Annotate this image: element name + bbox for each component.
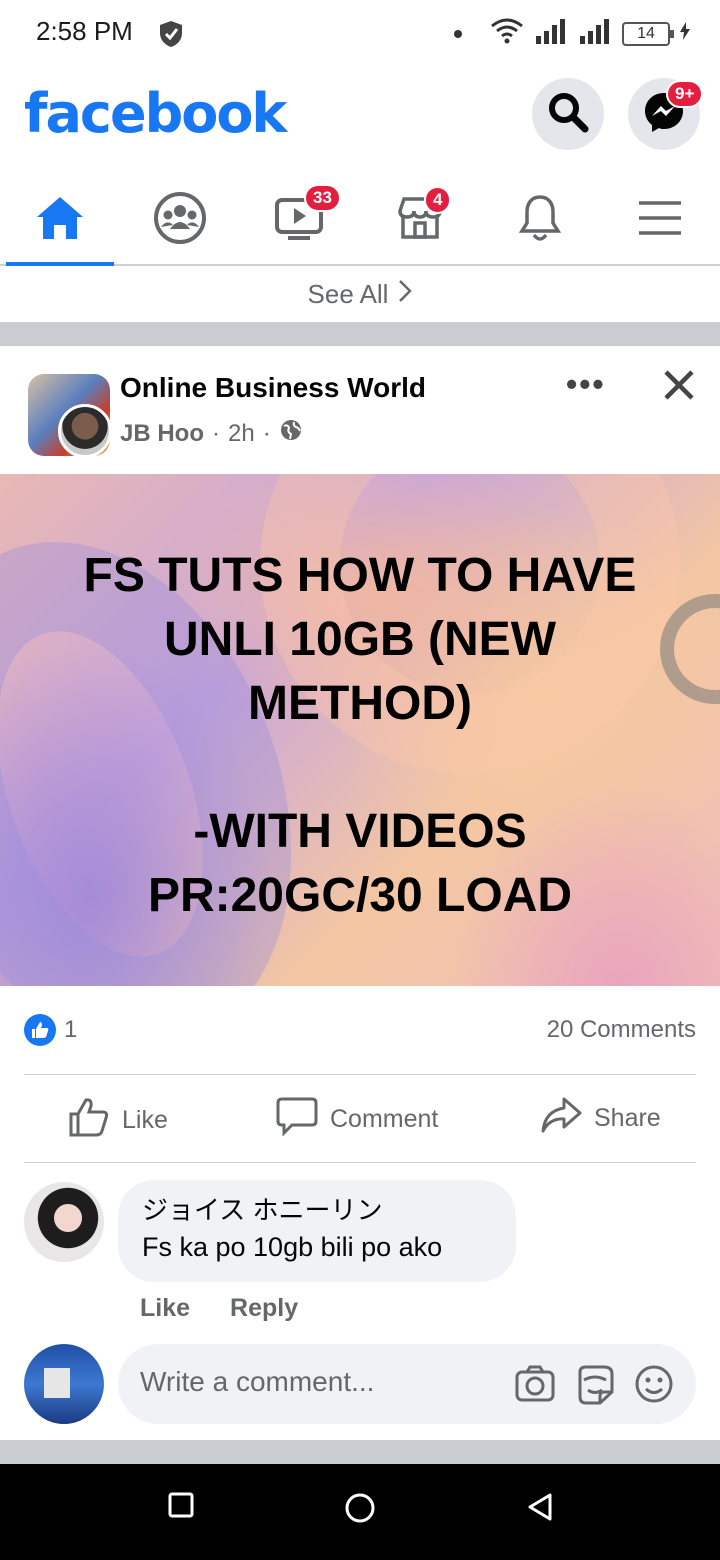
home-circle-icon[interactable] <box>344 1492 376 1529</box>
system-navigation-bar <box>0 1464 720 1560</box>
emoji-icon[interactable] <box>634 1364 674 1411</box>
avatar-sticker-icon[interactable] <box>574 1364 616 1411</box>
tab-watch[interactable]: 33 <box>240 176 360 264</box>
wifi-icon <box>490 18 524 49</box>
share-label: Share <box>594 1104 661 1132</box>
author-name[interactable]: JB Hoo <box>120 420 204 448</box>
battery-icon: 14 <box>622 21 674 46</box>
globe-icon <box>279 418 303 449</box>
feed-separator <box>0 1440 720 1464</box>
post-image[interactable]: FS TUTS HOW TO HAVE UNLI 10GB (NEW METHO… <box>0 474 720 986</box>
tab-notifications[interactable] <box>480 176 600 264</box>
comment-text: Fs ka po 10gb bili po ako <box>142 1232 443 1262</box>
comment-like-button[interactable]: Like <box>140 1294 190 1323</box>
commenter-avatar[interactable] <box>24 1182 104 1262</box>
marketplace-badge: 4 <box>424 186 452 214</box>
battery-level: 14 <box>637 24 655 42</box>
post-actions: Like Comment Share <box>0 1076 720 1162</box>
recent-apps-icon[interactable] <box>168 1492 194 1523</box>
comment-icon <box>276 1096 318 1143</box>
tab-home[interactable] <box>0 176 120 266</box>
messenger-button[interactable]: 9+ <box>628 78 704 150</box>
facebook-logo[interactable]: facebook <box>24 82 287 145</box>
signal-icon <box>534 18 568 49</box>
like-reaction-icon[interactable] <box>24 1014 56 1046</box>
home-icon <box>35 195 85 246</box>
comment-bubble[interactable]: ジョイス ホニーリン Fs ka po 10gb bili po ako <box>118 1180 516 1282</box>
like-label: Like <box>122 1106 168 1134</box>
post-meta: JB Hoo · 2h · <box>120 418 303 449</box>
main-nav: 33 4 <box>0 176 720 266</box>
bell-icon <box>517 193 563 248</box>
like-count[interactable]: 1 <box>64 1016 77 1044</box>
write-comment-placeholder: Write a comment... <box>140 1366 375 1397</box>
share-button[interactable]: Share <box>540 1096 661 1141</box>
commenter-name[interactable]: ジョイス ホニーリン <box>142 1192 492 1228</box>
search-button[interactable] <box>532 78 604 150</box>
notification-dot-icon <box>454 29 462 38</box>
divider <box>24 1074 696 1075</box>
groups-icon <box>153 191 207 250</box>
app-header: facebook 9+ <box>0 66 720 176</box>
author-avatar[interactable] <box>58 404 112 458</box>
post-image-text: FS TUTS HOW TO HAVE UNLI 10GB (NEW METHO… <box>83 549 637 922</box>
current-user-avatar <box>24 1344 104 1424</box>
chevron-right-icon <box>398 279 413 310</box>
meta-separator: · <box>262 419 271 447</box>
camera-icon[interactable] <box>514 1364 556 1411</box>
search-icon <box>547 91 589 138</box>
comment-actions: Like Reply <box>140 1294 298 1323</box>
close-icon[interactable] <box>662 368 696 407</box>
signal-icon <box>578 18 612 49</box>
post-time[interactable]: 2h <box>228 420 255 448</box>
comment-button[interactable]: Comment <box>276 1096 438 1143</box>
group-name[interactable]: Online Business World <box>120 372 426 404</box>
write-comment-field[interactable]: Write a comment... <box>118 1344 696 1424</box>
tab-menu[interactable] <box>600 176 720 264</box>
charging-icon <box>680 22 690 45</box>
comment-label: Comment <box>330 1105 439 1133</box>
share-icon <box>540 1096 582 1141</box>
back-icon[interactable] <box>526 1492 554 1527</box>
status-bar: 2:58 PM 14 <box>0 0 720 66</box>
comment-input-icons <box>514 1364 674 1411</box>
tab-marketplace[interactable]: 4 <box>360 176 480 264</box>
post-header: Online Business World JB Hoo · 2h · ••• <box>0 346 720 474</box>
see-all-label: See All <box>307 278 389 309</box>
hamburger-menu-icon <box>637 199 683 242</box>
status-icons: 14 <box>454 18 690 49</box>
shield-icon <box>158 20 184 53</box>
see-all-link[interactable]: See All <box>0 266 720 322</box>
more-options-icon[interactable]: ••• <box>566 366 606 403</box>
tab-groups[interactable] <box>120 176 240 264</box>
comment-count[interactable]: 20 Comments <box>547 1016 696 1044</box>
like-button[interactable]: Like <box>68 1096 168 1145</box>
thumbs-up-icon <box>68 1096 110 1145</box>
reactions-bar: 1 20 Comments <box>0 986 720 1074</box>
status-time: 2:58 PM <box>36 16 133 46</box>
messenger-badge: 9+ <box>666 80 704 108</box>
meta-separator: · <box>212 419 220 447</box>
divider <box>24 1162 696 1163</box>
comment-reply-button[interactable]: Reply <box>230 1294 298 1323</box>
feed-separator <box>0 322 720 346</box>
watch-badge: 33 <box>304 184 341 212</box>
